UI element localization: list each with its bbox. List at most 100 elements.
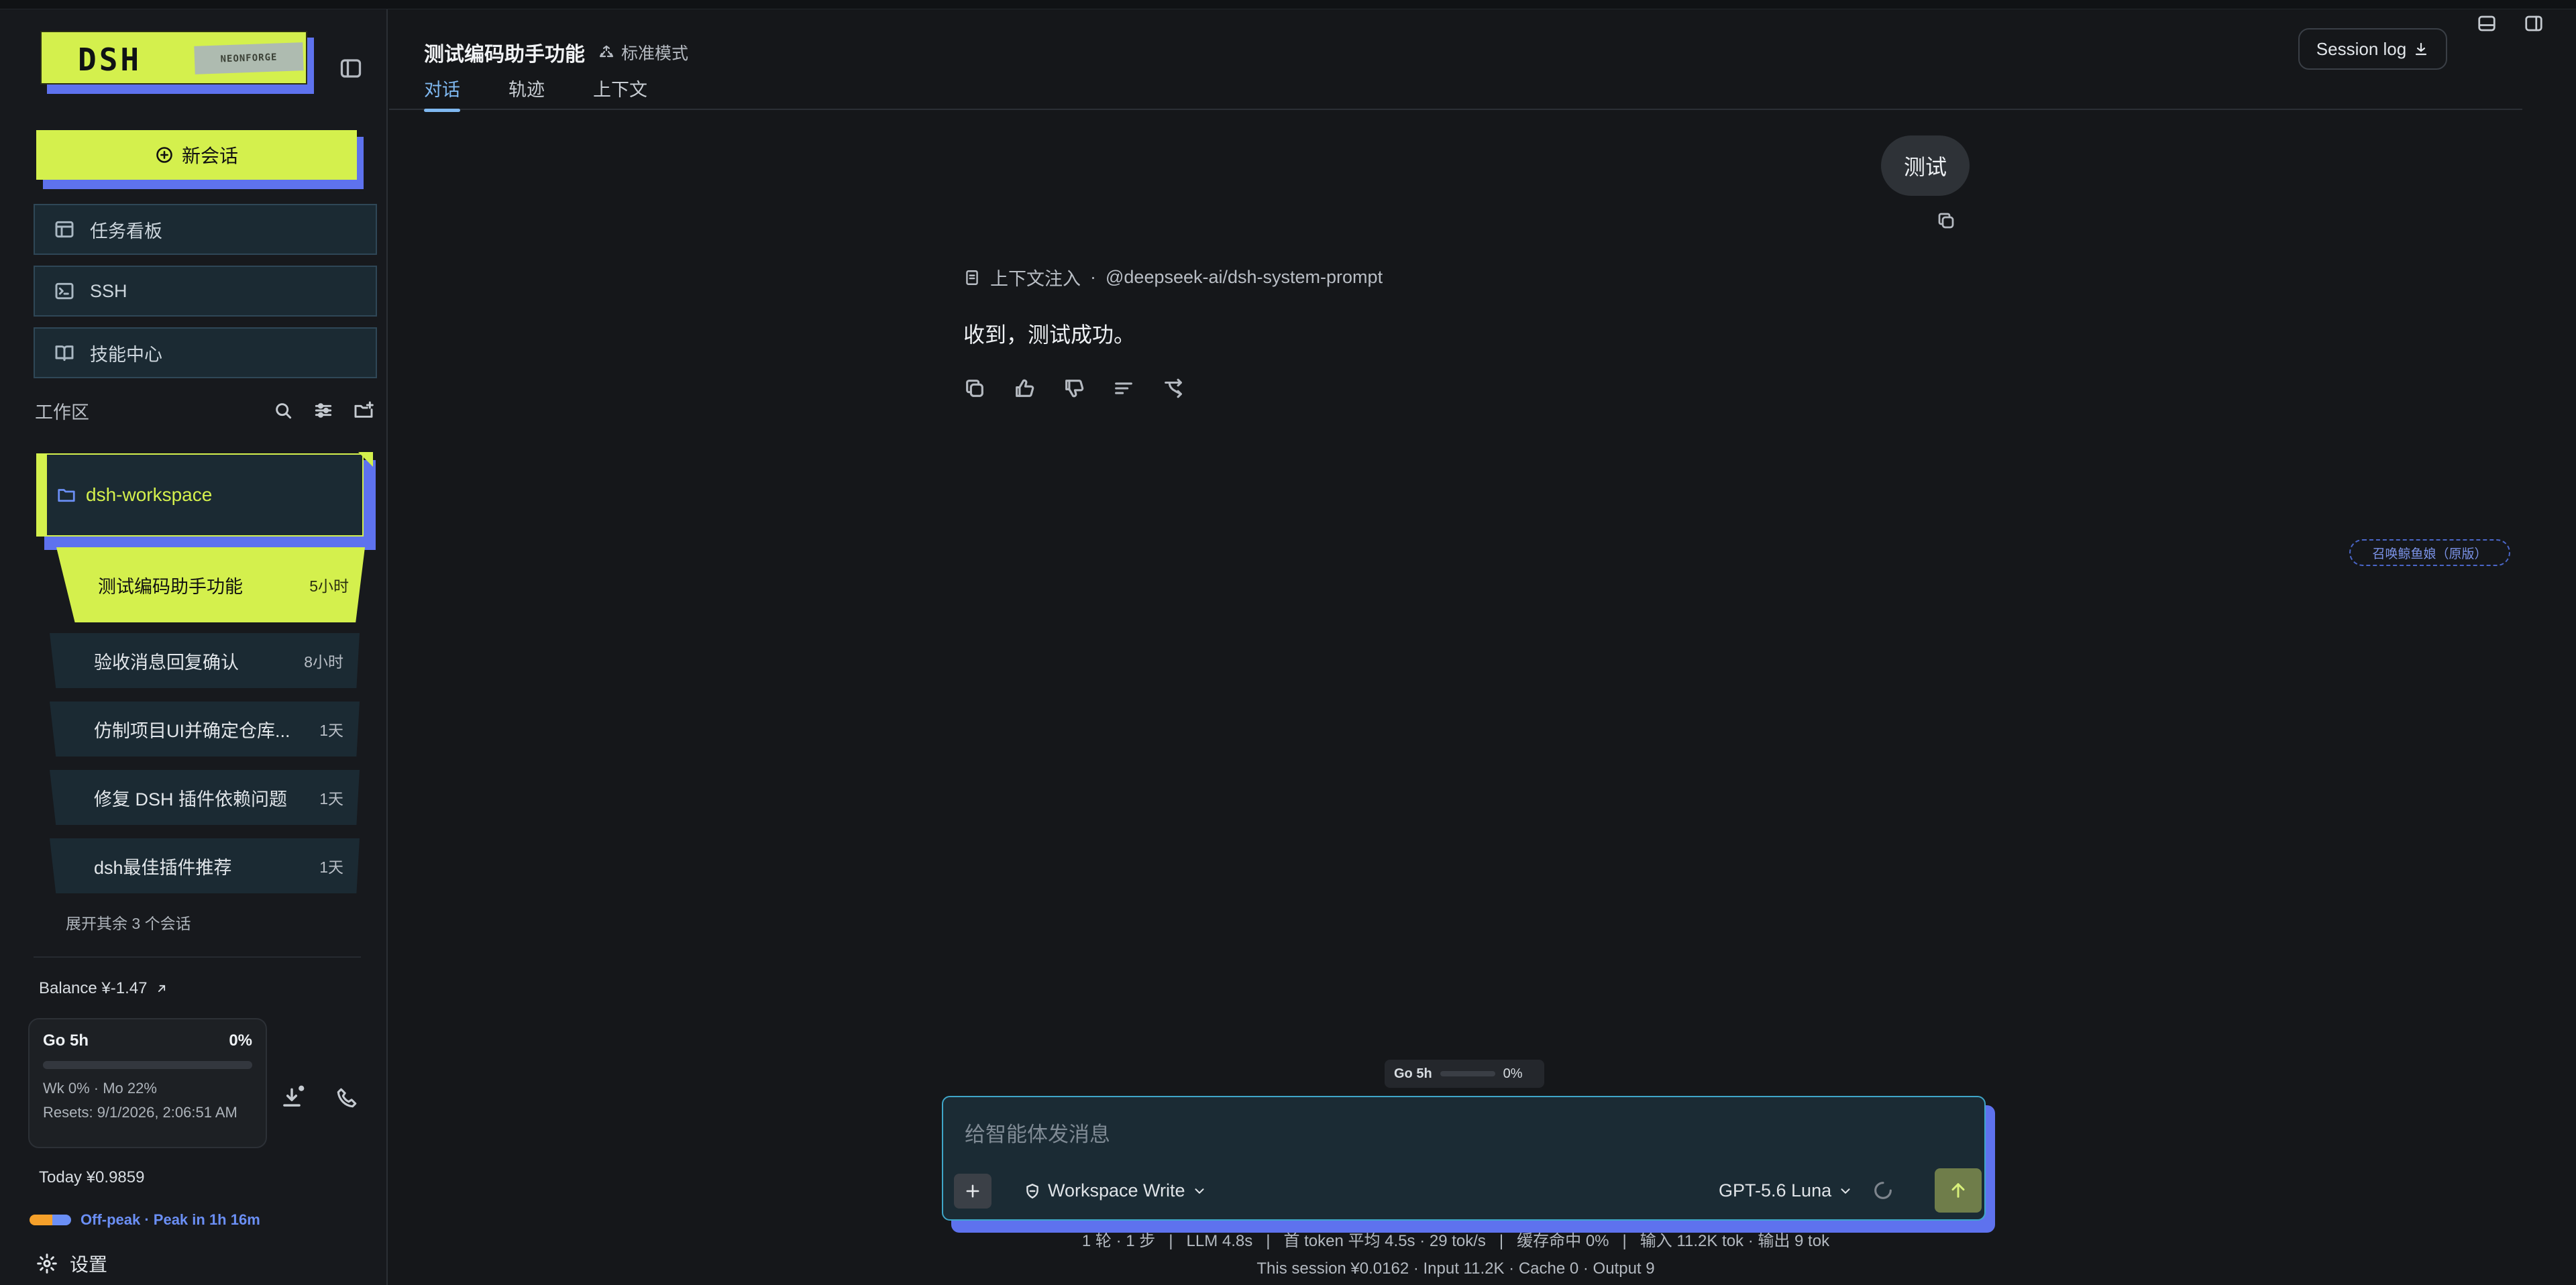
usage-chip: Go 5h 0%	[1385, 1060, 1544, 1088]
model-select[interactable]: GPT-5.6 Luna	[1719, 1180, 1853, 1201]
workspace-folder[interactable]: dsh-workspace	[36, 452, 376, 550]
new-chat-label: 新会话	[181, 146, 238, 166]
window-top-strip	[0, 0, 2576, 9]
usage-card: Go 5h 0% Wk 0% · Mo 22% Resets: 9/1/2026…	[28, 1018, 267, 1148]
new-chat-button[interactable]: 新会话	[36, 130, 364, 189]
session-item[interactable]: 修复 DSH 插件依赖问题 1天	[50, 770, 360, 825]
offpeak-text: Off-peak · Peak in 1h 16m	[80, 1211, 260, 1228]
chevron-down-icon	[1838, 1184, 1853, 1198]
download-icon	[2413, 41, 2429, 57]
copy-icon[interactable]	[1936, 211, 1956, 231]
message-composer: 给智能体发消息 Workspace Write GPT-5.6 Luna	[942, 1096, 1995, 1233]
session-log-button[interactable]: Session log	[2298, 28, 2447, 70]
assistant-reply: 收到，测试成功。	[963, 323, 1136, 347]
window-controls	[2477, 13, 2544, 34]
session-item[interactable]: 仿制项目UI并确定仓库... 1天	[50, 702, 360, 757]
settings-button[interactable]: 设置	[36, 1250, 107, 1277]
session-age: 8小时	[304, 653, 343, 671]
user-message-bubble: 测试	[1881, 135, 1970, 196]
mode-badge[interactable]: 标准模式	[598, 40, 688, 64]
usage-progress-bar	[43, 1061, 252, 1069]
workspace-label: 工作区	[35, 402, 89, 423]
brand-name: DSH	[78, 42, 142, 78]
session-cost-stats: This session ¥0.0162 · Input 11.2K · Cac…	[1256, 1260, 1655, 1278]
loading-spinner-icon	[1872, 1179, 1894, 1202]
message-input[interactable]: 给智能体发消息	[965, 1117, 1110, 1148]
run-stats: 1 轮 · 1 步 | LLM 4.8s | 首 token 平均 4.5s ·…	[1081, 1232, 1830, 1250]
usage-title: Go 5h	[43, 1031, 89, 1050]
reply-actions	[963, 377, 1185, 400]
session-item-active[interactable]: 测试编码助手功能 5小时	[56, 547, 365, 622]
board-icon	[54, 219, 75, 240]
thumbs-down-icon[interactable]	[1063, 377, 1085, 400]
usage-chip-percent: 0%	[1503, 1066, 1523, 1081]
separator-dot: ·	[1090, 267, 1096, 287]
sidebar-toggle-icon[interactable]	[339, 56, 363, 80]
right-panel-icon[interactable]	[2524, 13, 2544, 34]
branch-icon[interactable]	[1162, 377, 1185, 400]
summon-mascot-button[interactable]: 召唤鲸鱼娘（原版）	[2349, 539, 2510, 566]
context-source: @deepseek-ai/dsh-system-prompt	[1106, 267, 1383, 287]
book-icon	[54, 342, 75, 364]
expand-more-sessions[interactable]: 展开其余 3 个会话	[66, 911, 191, 934]
folder-name: dsh-workspace	[86, 484, 213, 505]
new-folder-icon[interactable]	[353, 400, 374, 421]
offpeak-status: Off-peak · Peak in 1h 16m	[30, 1211, 260, 1229]
copy-icon[interactable]	[963, 377, 986, 400]
filter-icon[interactable]	[313, 400, 334, 421]
download-icon[interactable]	[279, 1085, 305, 1111]
session-item[interactable]: 验收消息回复确认 8小时	[50, 633, 360, 688]
app-logo[interactable]: DSH NEONFORGE	[40, 31, 314, 94]
usage-resets: Resets: 9/1/2026, 2:06:51 AM	[43, 1104, 237, 1121]
brand-tag: NEONFORGE	[194, 42, 304, 74]
session-age: 1天	[319, 858, 343, 876]
context-injection[interactable]: 上下文注入 · @deepseek-ai/dsh-system-prompt	[963, 264, 1383, 290]
phone-icon[interactable]	[335, 1086, 358, 1109]
permission-select[interactable]: Workspace Write	[1024, 1180, 1207, 1201]
thumbs-up-icon[interactable]	[1013, 377, 1036, 400]
usage-percent: 0%	[229, 1031, 252, 1050]
nav-skill-center[interactable]: 技能中心	[34, 327, 377, 378]
usage-chip-label: Go 5h	[1394, 1066, 1432, 1081]
plus-circle-icon	[155, 146, 174, 164]
text-lines-icon[interactable]	[1112, 377, 1135, 400]
external-link-icon	[155, 982, 168, 995]
session-title: 修复 DSH 插件依赖问题	[94, 789, 288, 809]
document-icon	[963, 269, 981, 286]
context-label: 上下文注入	[990, 269, 1081, 289]
session-age: 1天	[319, 722, 343, 739]
usage-chip-bar	[1440, 1071, 1495, 1076]
shield-edit-icon	[1024, 1182, 1041, 1200]
send-button[interactable]	[1935, 1168, 1982, 1213]
nav-ssh[interactable]: SSH	[34, 266, 377, 317]
settings-label: 设置	[70, 1254, 108, 1275]
main-panel: 测试编码助手功能 标准模式 对话 轨迹 上下文 Session log 测试 上…	[389, 9, 2576, 1285]
offpeak-indicator	[30, 1215, 71, 1225]
chevron-down-icon	[1192, 1184, 1207, 1198]
session-title: 验收消息回复确认	[94, 652, 239, 673]
tab-chat[interactable]: 对话	[424, 75, 460, 112]
nav-label: 任务看板	[90, 221, 162, 241]
recycle-icon	[598, 44, 614, 60]
workspace-header: 工作区	[35, 398, 374, 423]
nav-task-board[interactable]: 任务看板	[34, 204, 377, 255]
session-age: 1天	[319, 790, 343, 807]
balance-text: Balance ¥-1.47	[39, 979, 148, 997]
search-icon[interactable]	[272, 400, 294, 421]
attach-button[interactable]	[954, 1174, 991, 1209]
session-log-label: Session log	[2316, 38, 2407, 59]
balance[interactable]: Balance ¥-1.47	[39, 979, 168, 998]
bottom-panel-icon[interactable]	[2477, 13, 2497, 34]
nav-label: SSH	[90, 280, 127, 301]
session-item[interactable]: dsh最佳插件推荐 1天	[50, 838, 360, 893]
terminal-icon	[54, 280, 75, 302]
session-age: 5小时	[309, 577, 349, 595]
divider	[34, 956, 361, 958]
usage-week-line: Wk 0% · Mo 22%	[43, 1080, 157, 1097]
tab-trace[interactable]: 轨迹	[508, 75, 545, 112]
chat-header: 测试编码助手功能 标准模式 对话 轨迹 上下文 Session log	[389, 9, 2522, 112]
tab-bar: 对话 轨迹 上下文	[424, 75, 647, 112]
session-title: dsh最佳插件推荐	[94, 857, 232, 878]
arrow-up-icon	[1947, 1180, 1969, 1201]
tab-context[interactable]: 上下文	[593, 75, 647, 112]
